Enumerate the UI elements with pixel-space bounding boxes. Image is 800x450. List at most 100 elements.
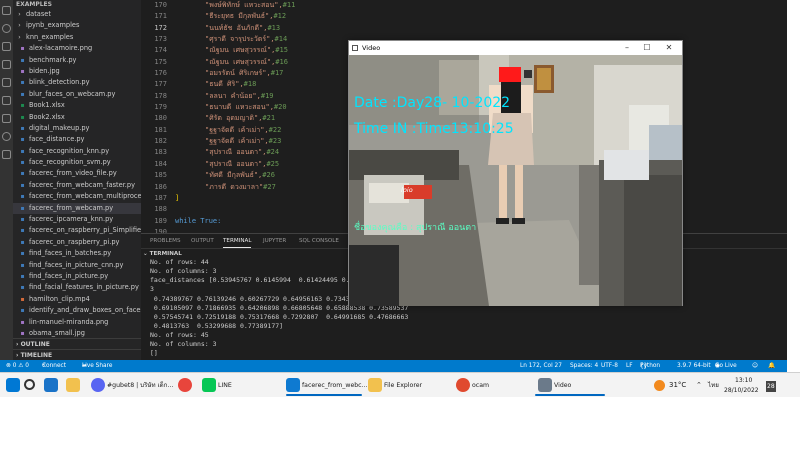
file-tree-item[interactable]: ▪ face_recognition_knn.py bbox=[13, 146, 141, 157]
input-language[interactable]: ไทย bbox=[708, 373, 719, 398]
file-tree-item[interactable]: ▪ find_faces_in_picture.py bbox=[13, 271, 141, 282]
chrome-icon[interactable] bbox=[178, 378, 192, 392]
code-text: "นนท์ธัช อันภักดี", bbox=[205, 23, 268, 32]
webcam-frame: lpio Date :Day28- 10-2022 Time IN :Time1… bbox=[349, 55, 682, 306]
notification-badge[interactable]: 28 bbox=[766, 381, 776, 392]
testing-icon[interactable] bbox=[2, 114, 11, 123]
settings-gear-icon[interactable] bbox=[2, 150, 11, 159]
file-tree-item[interactable]: ▪ blink_detection.py bbox=[13, 77, 141, 88]
file-tree-item[interactable]: ▪ biden.jpg bbox=[13, 66, 141, 77]
line-number: 180 bbox=[154, 114, 167, 123]
line-ending[interactable]: LF bbox=[626, 360, 633, 372]
mail-icon[interactable] bbox=[44, 378, 58, 392]
file-tree-item[interactable]: ▪ lin-manuel-miranda.png bbox=[13, 317, 141, 328]
tab-terminal[interactable]: TERMINAL bbox=[223, 234, 252, 248]
close-button[interactable]: ✕ bbox=[660, 41, 678, 55]
file-tree-item[interactable]: ▪ facerec_on_raspberry_pi_Simplified_... bbox=[13, 225, 141, 236]
code-comment: #24 bbox=[266, 148, 280, 157]
video-titlebar[interactable]: Video – ☐ ✕ bbox=[349, 41, 682, 55]
tab-problems[interactable]: PROBLEMS bbox=[150, 234, 181, 248]
file-tree-item[interactable]: ▪ facerec_from_webcam_faster.py bbox=[13, 180, 141, 191]
file-tree-item[interactable]: ▪ find_facial_features_in_picture.py bbox=[13, 282, 141, 293]
python-icon: ▪ bbox=[20, 216, 25, 224]
problems-count[interactable]: ⊗ 0 ⚠ 0 bbox=[6, 360, 29, 372]
file-tree-item[interactable]: ▪ benchmark.py bbox=[13, 55, 141, 66]
date-overlay: Date :Day28- 10-2022 bbox=[354, 95, 511, 111]
file-tree: › dataset › ipynb_examples › knn_examples ▪ ale… bbox=[13, 9, 141, 339]
search-icon[interactable] bbox=[2, 24, 11, 33]
line-task[interactable]: LINE bbox=[218, 373, 232, 398]
maximize-button[interactable]: ☐ bbox=[638, 41, 656, 55]
file-tree-item[interactable]: ▪ blur_faces_on_webcam.py bbox=[13, 89, 141, 100]
clock-date[interactable]: 28/10/2022 bbox=[724, 378, 759, 403]
file-tree-item[interactable]: ▪ face_distance.py bbox=[13, 134, 141, 145]
tab-sql-console[interactable]: SQL CONSOLE bbox=[299, 234, 339, 248]
file-tree-item-label: biden.jpg bbox=[29, 66, 60, 75]
indentation[interactable]: Spaces: 4 bbox=[570, 360, 598, 372]
tray-chevron-icon[interactable]: ⌃ bbox=[696, 373, 702, 398]
code-line[interactable]: "นนท์ธัช อันภักดี",#13 bbox=[175, 23, 775, 34]
code-text: "ธีระยุทธ มีกุลพันธ์", bbox=[205, 12, 274, 21]
remote-explorer-icon[interactable] bbox=[2, 96, 11, 105]
file-tree-item[interactable]: ▪ find_faces_in_picture_cnn.py bbox=[13, 260, 141, 271]
source-control-icon[interactable] bbox=[2, 42, 11, 51]
discord-task[interactable]: #gubet8 | บริษัท เด็ก... bbox=[107, 373, 173, 398]
file-tree-item[interactable]: ▪ find_faces_in_batches.py bbox=[13, 248, 141, 259]
tab-jupyter[interactable]: JUPYTER bbox=[263, 234, 286, 248]
python-interpreter[interactable]: 3.9.7 64-bit bbox=[677, 360, 711, 372]
explorer-section-header[interactable]: EXAMPLES bbox=[13, 0, 141, 9]
ocam-task[interactable]: ocam bbox=[472, 373, 489, 398]
file-tree-item[interactable]: ▪ digital_makeup.py bbox=[13, 123, 141, 134]
python-icon: ▪ bbox=[20, 124, 25, 132]
cursor-position[interactable]: Ln 172, Col 27 bbox=[520, 360, 562, 372]
file-tree-item-label: find_faces_in_batches.py bbox=[29, 249, 112, 258]
file-tree-item[interactable]: ▪ facerec_from_webcam.py bbox=[13, 202, 141, 215]
video-window[interactable]: Video – ☐ ✕ lpio Date:Day28- 10-2022 Ti… bbox=[348, 40, 683, 306]
minimize-button[interactable]: – bbox=[618, 41, 636, 55]
line-number: 183 bbox=[154, 148, 167, 157]
line-number: 174 bbox=[154, 46, 167, 55]
outline-section[interactable]: › OUTLINE bbox=[13, 338, 141, 349]
line-number-gutter: 170 171 172 173 174 175 176 177 178 179 180 181 182 1… bbox=[141, 0, 167, 233]
file-tree-item[interactable]: ▪ hamilton_clip.mp4 bbox=[13, 294, 141, 305]
file-tree-item-label: knn_examples bbox=[26, 32, 74, 41]
file-tree-item[interactable]: ▪ Book1.xlsx bbox=[13, 100, 141, 111]
python-icon: ▪ bbox=[20, 193, 25, 201]
explorer-sidebar: EXAMPLES › dataset › ipynb_examples › knn_exa… bbox=[13, 0, 141, 360]
run-debug-icon[interactable] bbox=[2, 60, 11, 69]
start-icon[interactable] bbox=[6, 378, 20, 392]
code-text: "ภารดี ดวงมาลา" bbox=[205, 182, 264, 191]
tab-output[interactable]: OUTPUT bbox=[191, 234, 214, 248]
ocam-icon bbox=[456, 378, 470, 392]
file-tree-item[interactable]: ▪ facerec_on_raspberry_pi.py bbox=[13, 237, 141, 248]
explorer-task[interactable]: File Explorer bbox=[384, 373, 422, 398]
code-line[interactable]: "พงษ์พิทักษ์ แหวะสอน",#11 bbox=[175, 0, 775, 11]
code-line[interactable]: "ธีระยุทธ มีกุลพันธ์",#12 bbox=[175, 11, 775, 22]
folder-icon[interactable] bbox=[66, 378, 80, 392]
timeline-section[interactable]: › TIMELINE bbox=[13, 349, 141, 360]
file-tree-item-label: obama_small.jpg bbox=[29, 328, 85, 337]
account-status-icon[interactable]: ☺ bbox=[752, 360, 758, 372]
account-icon[interactable] bbox=[2, 132, 11, 141]
encoding[interactable]: UTF-8 bbox=[601, 360, 618, 372]
file-tree-item[interactable]: › ipynb_examples bbox=[13, 20, 141, 31]
weather-temperature[interactable]: 31°C bbox=[669, 373, 686, 398]
file-tree-item[interactable]: ▪ alex-lacamoire.png bbox=[13, 43, 141, 54]
notifications-bell-icon[interactable]: 🔔 bbox=[768, 360, 775, 372]
file-tree-item[interactable]: ▪ facerec_from_webcam_multiprocess... bbox=[13, 191, 141, 202]
line-number: 181 bbox=[154, 125, 167, 134]
explorer-icon[interactable] bbox=[2, 6, 11, 15]
file-tree-item[interactable]: ▪ Book2.xlsx bbox=[13, 112, 141, 123]
file-tree-item[interactable]: ▪ face_recognition_svm.py bbox=[13, 157, 141, 168]
terminal-header-label: TERMINAL bbox=[149, 251, 182, 257]
outline-label: OUTLINE bbox=[20, 341, 50, 348]
extensions-icon[interactable] bbox=[2, 78, 11, 87]
file-tree-item[interactable]: ▪ identify_and_draw_boxes_on_faces.py bbox=[13, 305, 141, 316]
video-task-active-indicator bbox=[535, 394, 605, 396]
file-tree-item[interactable]: › knn_examples bbox=[13, 32, 141, 43]
file-tree-item[interactable]: › dataset bbox=[13, 9, 141, 20]
file-tree-item[interactable]: ▪ facerec_ipcamera_knn.py bbox=[13, 214, 141, 225]
search-icon[interactable] bbox=[24, 379, 35, 390]
file-tree-item[interactable]: ▪ facerec_from_video_file.py bbox=[13, 168, 141, 179]
code-comment: #16 bbox=[275, 57, 288, 66]
